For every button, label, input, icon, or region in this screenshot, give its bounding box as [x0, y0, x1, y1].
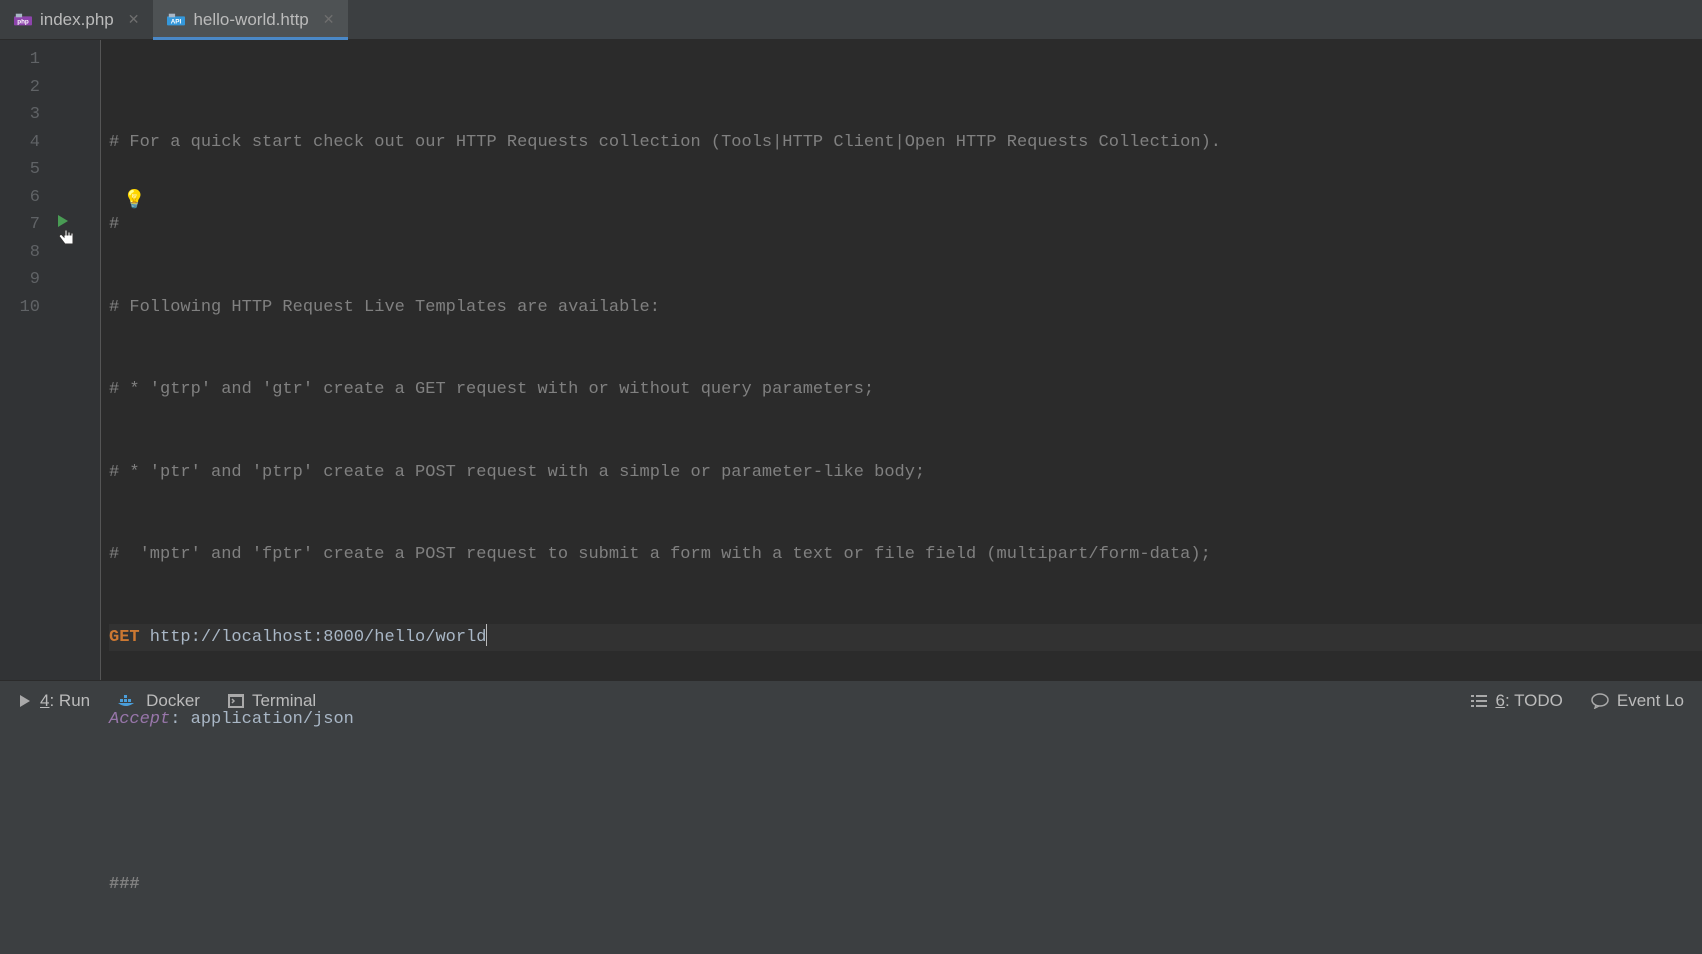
line-number: 9 [0, 266, 40, 294]
svg-text:php: php [17, 18, 29, 25]
php-file-icon: php [14, 11, 32, 29]
code-comment: # For a quick start check out our HTTP R… [109, 133, 1221, 152]
line-number: 3 [0, 101, 40, 129]
play-icon [18, 694, 32, 708]
line-number: 1 [0, 46, 40, 74]
http-method: GET [109, 628, 140, 647]
svg-text:API: API [171, 18, 182, 25]
run-label: : Run [49, 691, 90, 710]
line-number-gutter: 1 2 3 4 5 6 7 8 9 10 [0, 40, 50, 680]
close-icon[interactable]: ✕ [122, 11, 140, 28]
code-comment: # * 'ptr' and 'ptrp' create a POST reque… [109, 463, 925, 482]
tab-label: index.php [40, 10, 114, 30]
http-url: http://localhost:8000/hello/world [140, 628, 487, 647]
tab-index-php[interactable]: php index.php ✕ [0, 0, 153, 39]
line-number: 7 [0, 211, 40, 239]
http-header-sep: : [170, 710, 190, 729]
line-number: 4 [0, 129, 40, 157]
code-comment: # [109, 215, 119, 234]
http-header-value: application/json [191, 710, 354, 729]
line-number: 2 [0, 74, 40, 102]
code-comment: # * 'gtrp' and 'gtr' create a GET reques… [109, 380, 874, 399]
line-number: 8 [0, 239, 40, 267]
marker-gutter [50, 40, 100, 680]
close-icon[interactable]: ✕ [317, 11, 335, 28]
tab-label: hello-world.http [193, 10, 308, 30]
line-number: 6 [0, 184, 40, 212]
http-header-key: Accept [109, 710, 170, 729]
code-comment: # [109, 545, 129, 564]
hand-cursor-icon [56, 224, 78, 255]
text-caret [486, 624, 487, 646]
line-number: 10 [0, 294, 40, 322]
intention-bulb-icon[interactable]: 💡 [123, 188, 145, 216]
run-tool-button[interactable]: 4: Run [18, 691, 90, 711]
request-separator: ### [109, 875, 140, 894]
code-comment: 'mptr' and 'fptr' create a POST request … [129, 545, 1210, 564]
code-comment: # Following HTTP Request Live Templates … [109, 298, 660, 317]
code-editor[interactable]: 💡 # For a quick start check out our HTTP… [100, 40, 1702, 680]
editor-area: 1 2 3 4 5 6 7 8 9 10 💡 # For a quick sta… [0, 40, 1702, 680]
api-file-icon: API [167, 11, 185, 29]
line-number: 5 [0, 156, 40, 184]
tab-hello-world-http[interactable]: API hello-world.http ✕ [153, 0, 348, 39]
editor-tabs: php index.php ✕ API hello-world.http ✕ [0, 0, 1702, 40]
